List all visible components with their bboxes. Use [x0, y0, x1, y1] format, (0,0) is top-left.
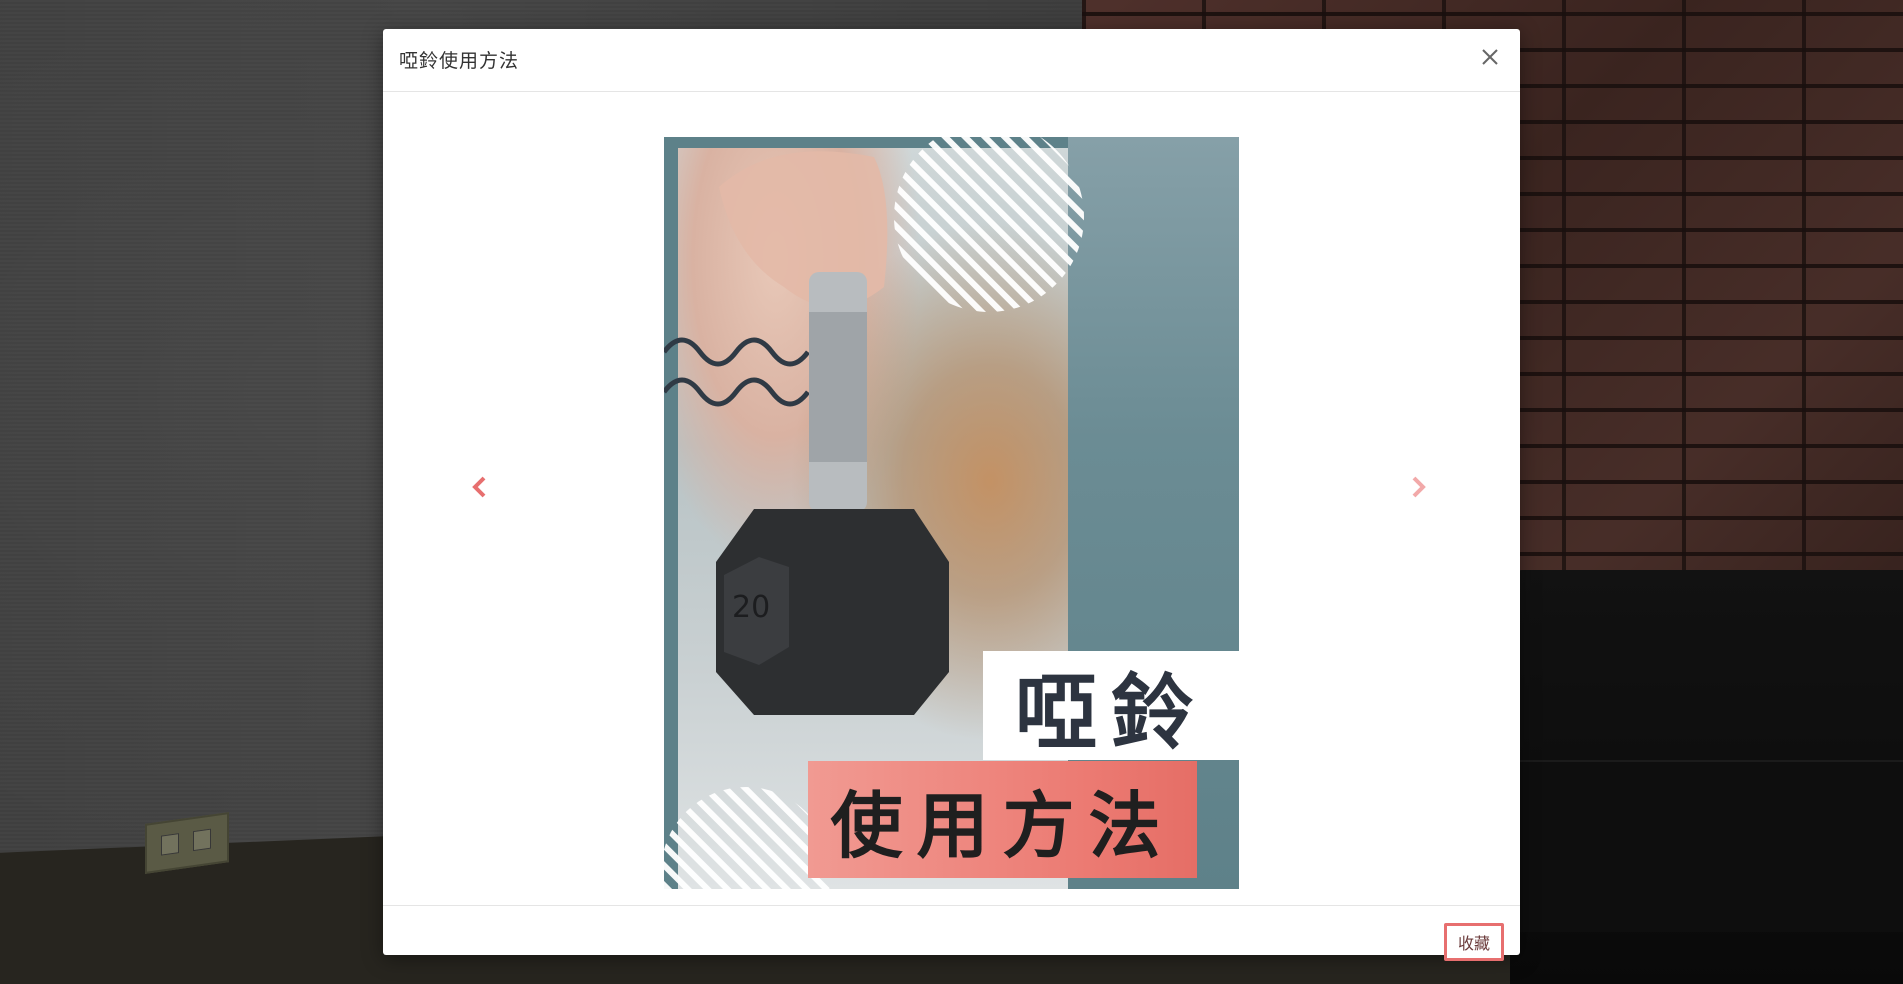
chevron-left-icon [472, 476, 486, 498]
modal-footer: 收藏 [383, 905, 1520, 961]
favorite-button[interactable]: 收藏 [1444, 923, 1504, 961]
modal-body: 20 啞鈴 使用方法 [383, 92, 1520, 905]
poster-headline-bottom: 使用方法 [808, 761, 1197, 878]
modal-dialog: 啞鈴使用方法 20 啞鈴 使用方法 收藏 [383, 29, 1520, 961]
chevron-right-icon [1412, 476, 1426, 498]
headline-line2: 使用方法 [830, 784, 1175, 868]
poster-headline-top: 啞鈴 [983, 651, 1239, 761]
dumbbell-weight-label: 20 [732, 590, 770, 625]
carousel-next-button[interactable] [1403, 472, 1433, 502]
carousel-prev-button[interactable] [465, 472, 495, 502]
dumbbell-grip [809, 312, 867, 462]
close-icon [1482, 49, 1498, 65]
headline-line1: 啞鈴 [1014, 666, 1207, 761]
modal-title: 啞鈴使用方法 [399, 50, 520, 72]
close-button[interactable] [1476, 43, 1504, 71]
striped-circle-top [894, 137, 1084, 312]
carousel-slide-image: 20 啞鈴 使用方法 [664, 137, 1239, 889]
wave-line-2 [664, 377, 810, 407]
wave-line-1 [664, 337, 810, 367]
striped-circle-bottom [664, 787, 831, 889]
modal-header: 啞鈴使用方法 [383, 29, 1520, 92]
